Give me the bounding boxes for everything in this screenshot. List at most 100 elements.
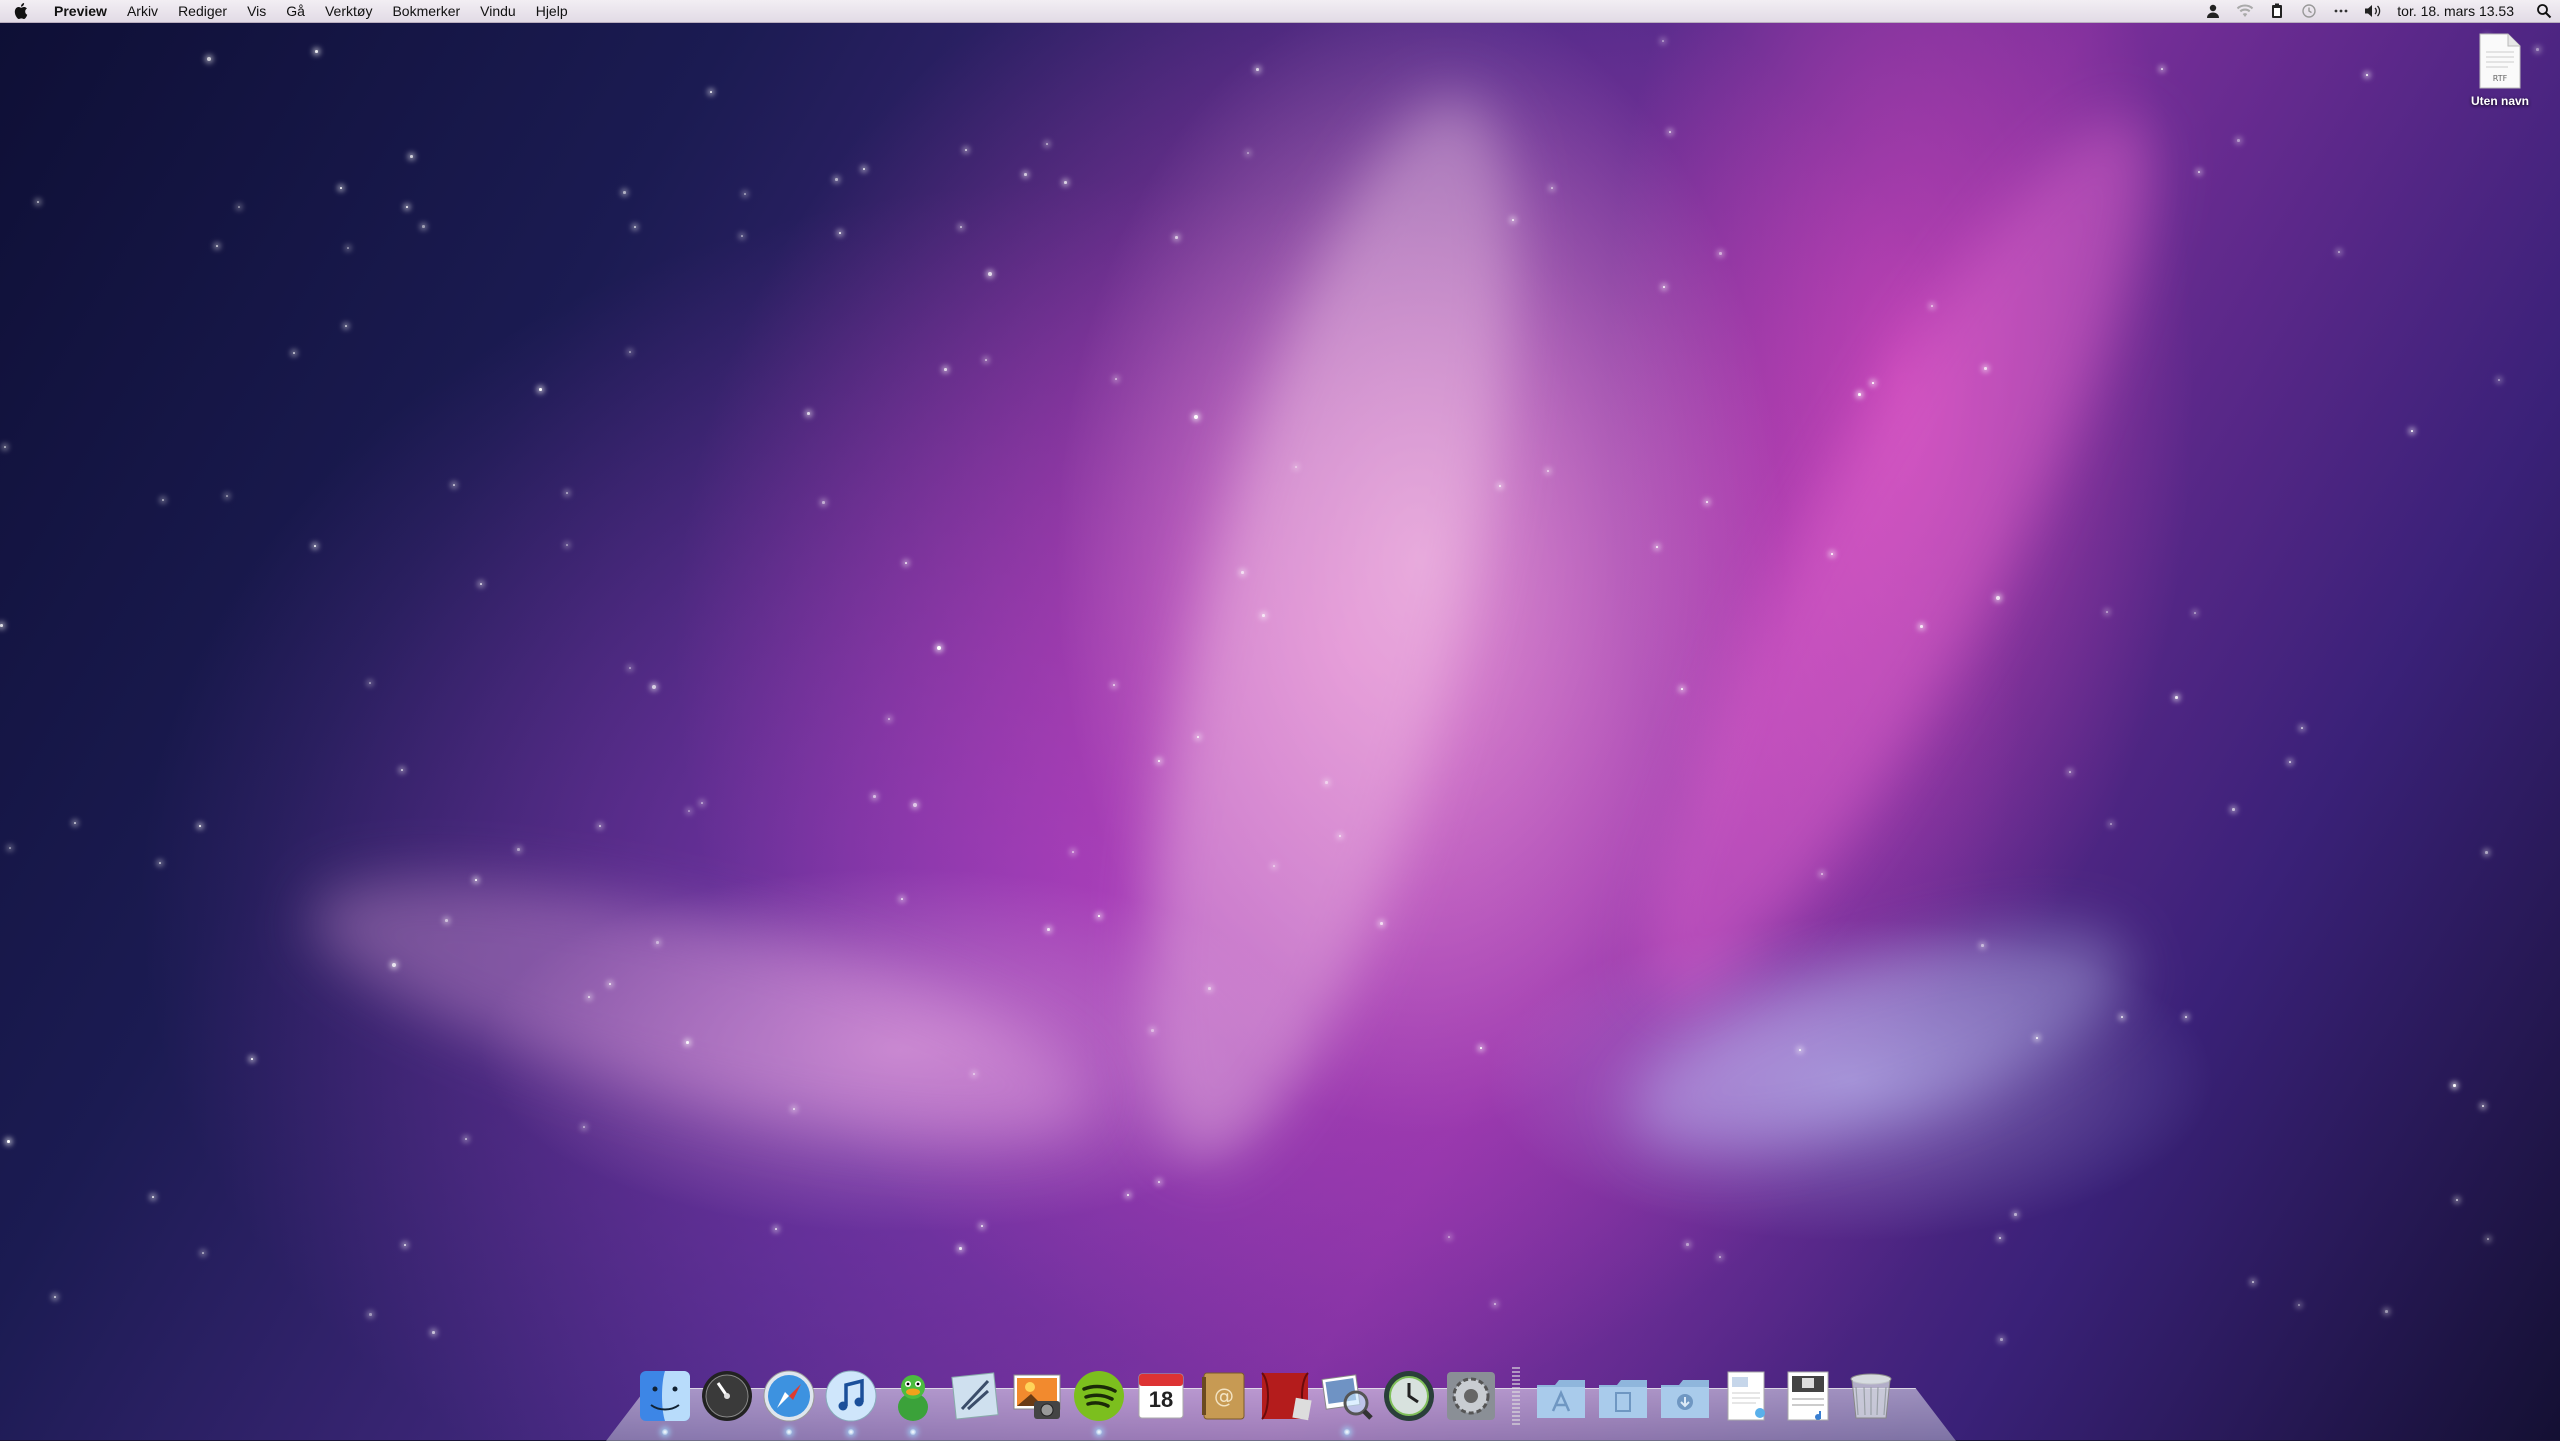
finder-icon[interactable] — [636, 1367, 694, 1435]
menu-app-name[interactable]: Preview — [44, 0, 117, 22]
star — [1256, 68, 1259, 71]
photo-booth-icon[interactable] — [1256, 1367, 1314, 1425]
safari-icon[interactable] — [760, 1367, 818, 1435]
battery-icon[interactable] — [2261, 0, 2293, 22]
trash-icon[interactable] — [1842, 1367, 1900, 1425]
star — [1996, 596, 2000, 600]
star — [432, 1331, 435, 1334]
ical-icon[interactable]: 18 — [1132, 1367, 1190, 1425]
menu-vindu[interactable]: Vindu — [470, 0, 526, 22]
adium-duck-icon[interactable] — [884, 1367, 942, 1435]
star — [839, 232, 841, 234]
star — [1194, 415, 1198, 419]
star — [465, 1138, 467, 1140]
menu-vis[interactable]: Vis — [237, 0, 276, 22]
star — [1831, 553, 1833, 555]
menu-ga[interactable]: Gå — [276, 0, 315, 22]
star — [1295, 466, 1297, 468]
desktop-file-uten-navn[interactable]: RTF Uten navn — [2460, 32, 2540, 108]
wifi-icon[interactable] — [2229, 0, 2261, 22]
spotify-icon[interactable] — [1070, 1367, 1128, 1435]
star — [2411, 430, 2413, 432]
volume-icon[interactable] — [2357, 0, 2389, 22]
rtf-document-icon: RTF — [2478, 32, 2522, 90]
star — [2237, 139, 2240, 142]
time-machine-app-icon[interactable] — [1380, 1367, 1438, 1425]
star — [1325, 781, 1328, 784]
star — [404, 1244, 406, 1246]
star — [1981, 944, 1984, 947]
star — [445, 919, 448, 922]
star — [1339, 835, 1341, 837]
star — [1719, 1256, 1721, 1258]
star — [807, 412, 810, 415]
star — [599, 825, 601, 827]
star — [1380, 922, 1383, 925]
star — [2338, 251, 2340, 253]
bluetooth-icon[interactable] — [2325, 0, 2357, 22]
iphoto-icon[interactable] — [1008, 1367, 1066, 1425]
menubar-clock[interactable]: tor. 18. mars 13.53 — [2389, 0, 2528, 22]
star — [1662, 40, 1664, 42]
star — [2185, 1016, 2187, 1018]
menu-arkiv[interactable]: Arkiv — [117, 0, 168, 22]
menu-verktoy[interactable]: Verktøy — [315, 0, 382, 22]
star — [1872, 382, 1874, 384]
star — [1158, 760, 1160, 762]
star — [422, 225, 425, 228]
preview-icon[interactable] — [1318, 1367, 1376, 1435]
star — [566, 492, 568, 494]
star — [1151, 1029, 1154, 1032]
star — [905, 562, 907, 564]
star — [793, 1108, 795, 1110]
applications-folder-icon[interactable] — [1532, 1367, 1590, 1425]
star — [985, 359, 987, 361]
mail-icon[interactable] — [946, 1367, 1004, 1425]
star — [251, 1058, 253, 1060]
address-book-icon[interactable]: @ — [1194, 1367, 1252, 1425]
star — [475, 879, 477, 881]
spotlight-icon[interactable] — [2528, 0, 2560, 22]
menu-bokmerker[interactable]: Bokmerker — [382, 0, 470, 22]
star — [2036, 1037, 2038, 1039]
star — [901, 898, 903, 900]
star — [1706, 501, 1708, 503]
star — [202, 1252, 204, 1254]
dashboard-icon[interactable] — [698, 1367, 756, 1425]
dock-separator[interactable] — [1512, 1367, 1520, 1425]
itunes-icon[interactable] — [822, 1367, 880, 1435]
star — [347, 247, 349, 249]
star — [1551, 187, 1553, 189]
star — [944, 368, 947, 371]
menu-rediger[interactable]: Rediger — [168, 0, 237, 22]
desktop-file-label: Uten navn — [2470, 94, 2529, 108]
user-icon[interactable] — [2197, 0, 2229, 22]
star — [54, 1296, 56, 1298]
svg-text:@: @ — [1214, 1384, 1234, 1408]
star — [1072, 851, 1074, 853]
time-machine-icon[interactable] — [2293, 0, 2325, 22]
star — [1547, 470, 1549, 472]
screenshot-stack-icon[interactable] — [1780, 1367, 1838, 1425]
document-stack-icon[interactable] — [1718, 1367, 1776, 1425]
star — [2175, 696, 2178, 699]
star — [981, 1225, 983, 1227]
documents-folder-icon[interactable] — [1594, 1367, 1652, 1425]
system-preferences-icon[interactable] — [1442, 1367, 1500, 1425]
star — [539, 388, 542, 391]
star — [588, 996, 590, 998]
star — [0, 624, 3, 627]
apple-logo-icon[interactable] — [0, 0, 44, 22]
star — [199, 825, 201, 827]
menu-hjelp[interactable]: Hjelp — [526, 0, 578, 22]
rtf-type-label: RTF — [2492, 74, 2508, 83]
downloads-folder-icon[interactable] — [1656, 1367, 1714, 1425]
star — [566, 544, 568, 546]
star — [1098, 915, 1100, 917]
star — [634, 226, 636, 228]
star — [1821, 873, 1823, 875]
star — [2014, 1213, 2017, 1216]
star — [656, 941, 659, 944]
star — [1064, 181, 1067, 184]
star — [1047, 928, 1050, 931]
